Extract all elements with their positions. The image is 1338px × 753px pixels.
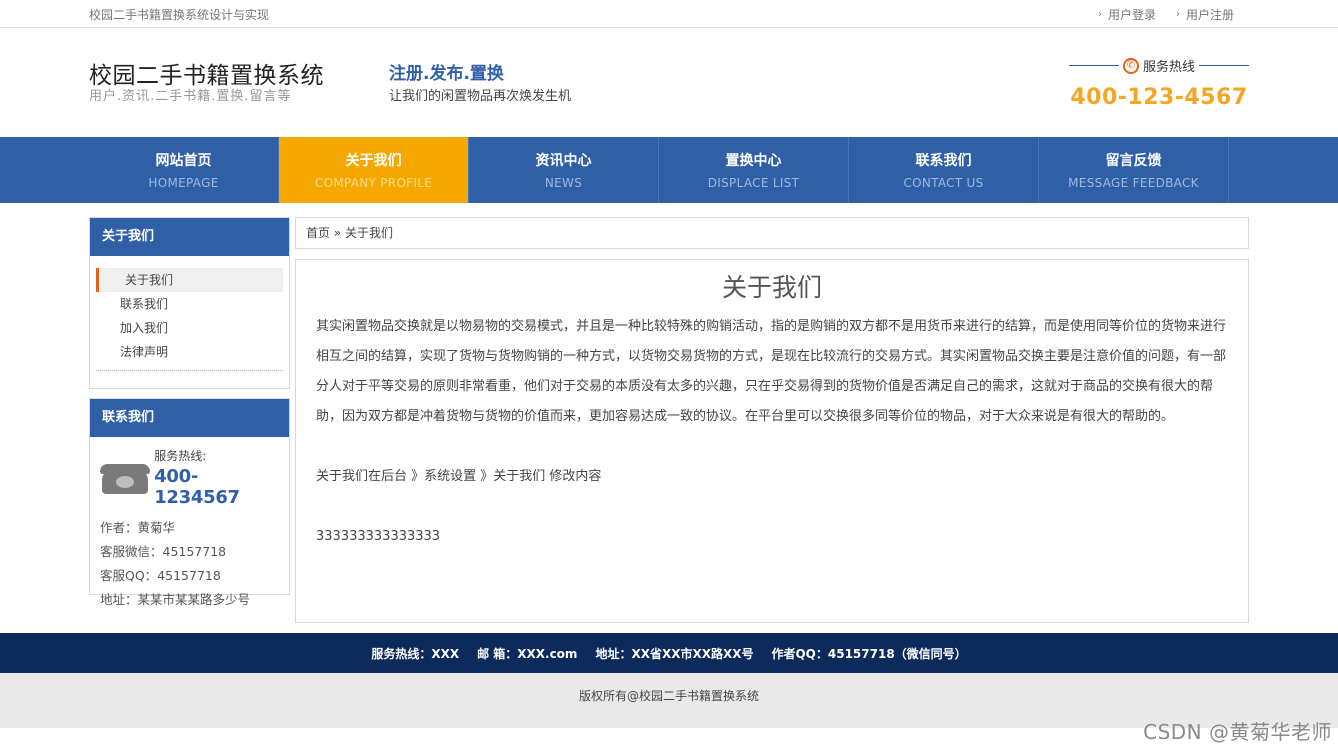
register-link[interactable]: › 用户注册: [1176, 6, 1234, 23]
nav-item-contact[interactable]: 联系我们 CONTACT US: [849, 137, 1039, 203]
hotline-box: ✆ 服务热线 400-123-4567: [1069, 56, 1250, 110]
chevron-right-icon: ›: [1175, 9, 1180, 20]
sidebar-item-legal[interactable]: 法律声明: [96, 340, 283, 364]
slogan-subtitle: 让我们的闲置物品再次焕发生机: [389, 89, 572, 104]
brand-subtitle: 用户.资讯.二手书籍.置换.留言等: [89, 89, 292, 104]
contact-wechat: 客服微信：45157718: [100, 544, 227, 559]
telephone-icon: [100, 460, 150, 496]
breadcrumb-separator: »: [333, 226, 342, 240]
copyright-text: 版权所有@校园二手书籍置换系统: [578, 689, 759, 703]
phone-label: 服务热线:: [154, 449, 207, 463]
hotline-label: 服务热线: [1143, 60, 1196, 75]
slogan-title: 注册.发布.置换: [389, 64, 504, 84]
content-extra: 333333333333333: [316, 529, 441, 544]
phone-row: 服务热线: 400-1234567: [90, 437, 289, 508]
nav-sublabel: CONTACT US: [903, 176, 984, 190]
nav-label: 联系我们: [915, 153, 972, 169]
nav-sublabel: DISPLACE LIST: [707, 176, 800, 190]
footer-qq: 作者QQ：45157718（微信同号）: [771, 646, 967, 661]
phone-text: 服务热线: 400-1234567: [154, 447, 279, 508]
sidebar-about-box: 关于我们 关于我们 联系我们 加入我们 法律声明: [89, 217, 290, 389]
nav-item-feedback[interactable]: 留言反馈 MESSAGE FEEDBACK: [1039, 137, 1229, 203]
top-links: › 用户登录 › 用户注册: [1098, 6, 1234, 23]
sidebar-contact-title: 联系我们: [90, 399, 289, 437]
hotline-label-row: ✆ 服务热线: [1069, 56, 1250, 75]
nav-sublabel: MESSAGE FEEDBACK: [1068, 176, 1199, 190]
site-header: 校园二手书籍置换系统 用户.资讯.二手书籍.置换.留言等 注册.发布.置换 让我…: [0, 28, 1338, 137]
site-subtitle: 校园二手书籍置换系统设计与实现: [89, 8, 270, 22]
nav-sublabel: NEWS: [544, 176, 583, 190]
content-note: 关于我们在后台 》系统设置 》关于我们 修改内容: [316, 469, 602, 484]
login-link[interactable]: › 用户登录: [1098, 6, 1156, 23]
nav-label: 置换中心: [725, 153, 782, 169]
content-panel: 关于我们 其实闲置物品交换就是以物易物的交易模式，并且是一种比较特殊的购销活动，…: [295, 259, 1249, 623]
divider-line: [1069, 65, 1119, 66]
contact-lines: 作者：黄菊华 客服微信：45157718 客服QQ：45157718 地址：某某…: [90, 508, 289, 620]
breadcrumb-current: 关于我们: [345, 226, 394, 240]
nav-label: 关于我们: [345, 153, 402, 169]
watermark-text: CSDN @黄菊华老师: [1143, 720, 1332, 744]
sidebar-item-about[interactable]: 关于我们: [96, 268, 283, 292]
footer-bar: 服务热线：XXX 邮 箱：XXX.com 地址：XX省XX市XX路XX号 作者Q…: [0, 633, 1338, 673]
hotline-number: 400-123-4567: [1070, 85, 1248, 110]
nav-item-about[interactable]: 关于我们 COMPANY PROFILE: [279, 137, 469, 203]
contact-address: 地址：某某市某某路多少号: [100, 592, 251, 607]
sidebar-item-contact[interactable]: 联系我们: [96, 292, 283, 316]
phone-number: 400-1234567: [154, 466, 240, 508]
top-bar: 校园二手书籍置换系统设计与实现 › 用户登录 › 用户注册: [0, 0, 1338, 28]
footer-hotline: 服务热线：XXX: [371, 646, 460, 661]
footer-email: 邮 箱：XXX.com: [477, 646, 578, 661]
nav-sublabel: COMPANY PROFILE: [314, 176, 433, 190]
copyright-bar: 版权所有@校园二手书籍置换系统: [0, 673, 1338, 728]
register-link-label: 用户注册: [1185, 8, 1234, 22]
phone-circle-icon: ✆: [1123, 57, 1139, 74]
sidebar-about-title: 关于我们: [90, 218, 289, 256]
content-paragraph: 其实闲置物品交换就是以物易物的交易模式，并且是一种比较特殊的购销活动，指的是购销…: [316, 319, 1227, 424]
chevron-right-icon: ›: [1097, 9, 1102, 20]
page-title: 关于我们: [721, 273, 822, 302]
nav-item-displace[interactable]: 置换中心 DISPLACE LIST: [659, 137, 849, 203]
divider-line: [1199, 65, 1250, 66]
nav-label: 资讯中心: [535, 153, 592, 169]
sidebar-item-join[interactable]: 加入我们: [96, 316, 283, 340]
dotted-divider: [96, 370, 283, 371]
breadcrumb-home[interactable]: 首页: [306, 226, 330, 240]
contact-qq: 客服QQ：45157718: [100, 568, 221, 583]
nav-label: 网站首页: [155, 153, 212, 169]
sidebar-contact-box: 联系我们 服务热线: 400-1234567 作者：黄菊华 客服微信：45157…: [89, 398, 290, 607]
login-link-label: 用户登录: [1107, 8, 1156, 22]
main-area: 关于我们 关于我们 联系我们 加入我们 法律声明 联系我们 服务热线: 400-…: [0, 203, 1338, 633]
nav-label: 留言反馈: [1105, 153, 1162, 169]
footer-address: 地址：XX省XX市XX路XX号: [595, 646, 754, 661]
nav-item-news[interactable]: 资讯中心 NEWS: [469, 137, 659, 203]
nav-item-home[interactable]: 网站首页 HOMEPAGE: [89, 137, 279, 203]
sidebar-about-list: 关于我们 联系我们 加入我们 法律声明: [90, 256, 289, 379]
contact-author: 作者：黄菊华: [100, 520, 176, 535]
nav-sublabel: HOMEPAGE: [148, 176, 219, 190]
main-nav: 网站首页 HOMEPAGE 关于我们 COMPANY PROFILE 资讯中心 …: [0, 137, 1338, 203]
breadcrumb: 首页 » 关于我们: [295, 217, 1249, 249]
